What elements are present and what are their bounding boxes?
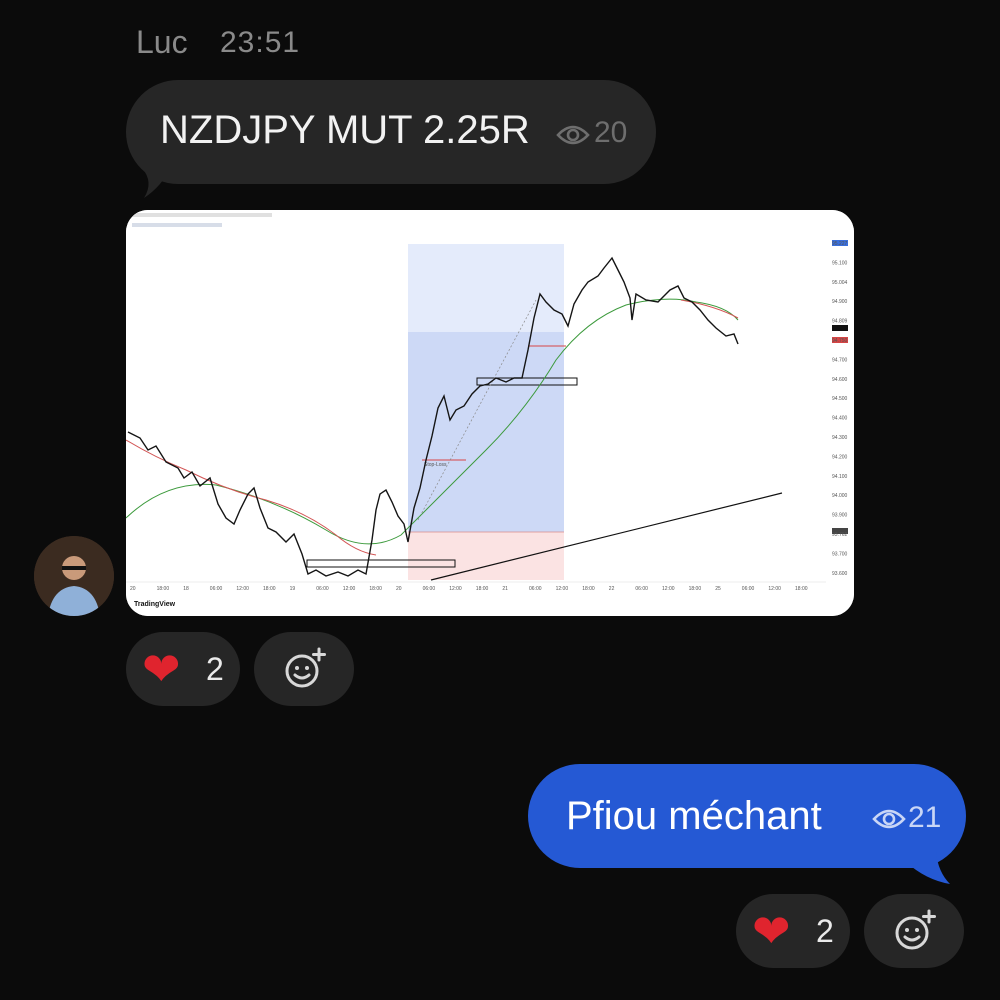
x-tick-label: 18:00 xyxy=(369,586,382,592)
bubble-tail xyxy=(906,852,950,884)
trading-chart: Stop-Loss TradingView 20 18:00 18 06:00 12:0… xyxy=(126,210,854,616)
y-tick-label: 93.900 xyxy=(832,513,848,519)
y-tick-label: 95.100 xyxy=(832,260,848,266)
avatar[interactable] xyxy=(34,536,114,616)
x-tick-label: 12:00 xyxy=(236,586,249,592)
x-tick-label: 25 xyxy=(715,586,721,592)
chart-header-text xyxy=(132,213,272,217)
view-count: 20 xyxy=(594,116,628,149)
y-tick-label: 94.500 xyxy=(832,396,848,402)
view-count: 21 xyxy=(908,801,942,834)
eye-icon xyxy=(872,809,906,829)
x-tick-label: 12:00 xyxy=(556,586,569,592)
x-tick-label: 06:00 xyxy=(529,586,542,592)
tradingview-logo: TradingView xyxy=(134,601,176,608)
bubble-tail xyxy=(142,168,170,198)
x-tick-label: 20 xyxy=(396,586,402,592)
x-tick-label: 19 xyxy=(290,586,296,592)
message-text: Pfiou méchant xyxy=(566,794,822,838)
x-tick-label: 18:00 xyxy=(795,586,808,592)
heart-icon: ❤ xyxy=(752,905,791,957)
eye-icon xyxy=(556,125,590,145)
message-text: NZDJPY MUT 2.25R xyxy=(160,108,530,152)
y-tick-label: 95.004 xyxy=(832,280,848,286)
stop-loss-label: Stop-Loss xyxy=(424,462,447,468)
y-tick-label: 94.600 xyxy=(832,377,848,383)
y-tick-label: 93.700 xyxy=(832,551,848,557)
sender-name[interactable]: Luc xyxy=(136,24,188,61)
y-tick-label: 94.809 xyxy=(832,319,848,325)
x-tick-label: 20 xyxy=(130,586,136,592)
x-tick-label: 18:00 xyxy=(157,586,170,592)
target-zone xyxy=(408,332,564,532)
add-reaction-icon xyxy=(895,909,936,950)
y-tick-label: 94.100 xyxy=(832,474,848,480)
x-tick-label: 21 xyxy=(502,586,508,592)
x-tick-label: 18:00 xyxy=(582,586,595,592)
chart-image[interactable]: Stop-Loss TradingView 20 18:00 18 06:00 12:0… xyxy=(126,210,854,616)
x-tick-label: 12:00 xyxy=(768,586,781,592)
stop-zone xyxy=(408,532,564,580)
reaction-count: 2 xyxy=(206,651,224,687)
x-tick-label: 06:00 xyxy=(635,586,648,592)
y-tick-label: 94.400 xyxy=(832,416,848,422)
y-tick-label: 93.600 xyxy=(832,571,848,577)
y-tick-label: 94.300 xyxy=(832,435,848,441)
heart-icon: ❤ xyxy=(142,643,181,695)
x-tick-label: 12:00 xyxy=(343,586,356,592)
target-zone-upper xyxy=(408,244,564,332)
y-tick-label: 94.750 xyxy=(832,338,848,344)
x-tick-label: 06:00 xyxy=(316,586,329,592)
x-tick-label: 22 xyxy=(609,586,615,592)
x-tick-label: 06:00 xyxy=(210,586,223,592)
message-time: 23:51 xyxy=(220,26,301,59)
x-tick-label: 12:00 xyxy=(662,586,675,592)
x-tick-label: 06:00 xyxy=(742,586,755,592)
reaction-count: 2 xyxy=(816,913,834,949)
x-tick-label: 18:00 xyxy=(263,586,276,592)
price-label-close xyxy=(832,325,848,331)
y-tick-label: 94.000 xyxy=(832,493,848,499)
y-tick-label: 94.900 xyxy=(832,299,848,305)
y-tick-label: 94.700 xyxy=(832,357,848,363)
x-tick-label: 18:00 xyxy=(476,586,489,592)
y-tick-label: 95.227 xyxy=(832,241,848,247)
chart-indicator-label xyxy=(132,223,222,227)
add-reaction-icon xyxy=(285,647,326,688)
x-tick-label: 18:00 xyxy=(689,586,702,592)
x-tick-label: 18 xyxy=(183,586,189,592)
y-tick-label: 93.762 xyxy=(832,532,848,538)
x-tick-label: 12:00 xyxy=(449,586,462,592)
x-tick-label: 06:00 xyxy=(423,586,436,592)
y-tick-label: 94.200 xyxy=(832,454,848,460)
